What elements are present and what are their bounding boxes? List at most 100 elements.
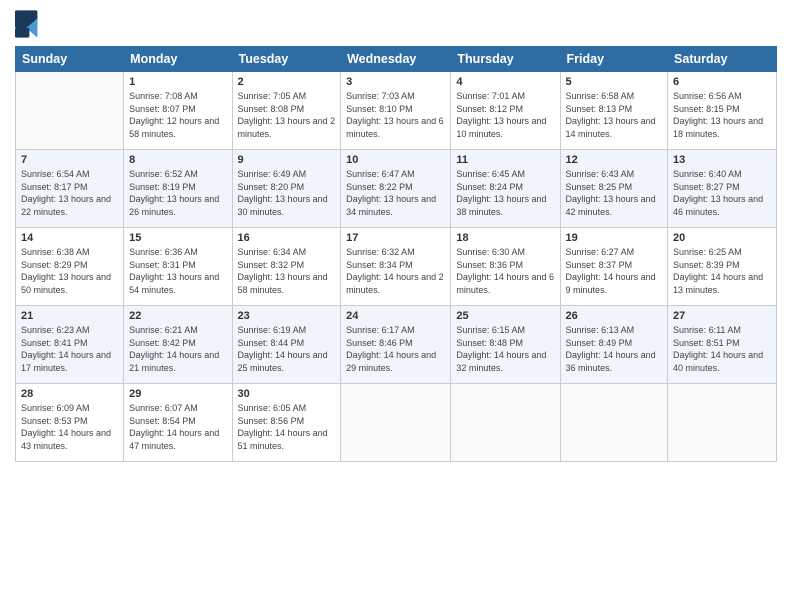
calendar-cell: 24 Sunrise: 6:17 AMSunset: 8:46 PMDayligh…	[341, 306, 451, 384]
cell-content: Sunrise: 6:09 AMSunset: 8:53 PMDaylight:…	[21, 402, 118, 452]
cell-content: Sunrise: 6:47 AMSunset: 8:22 PMDaylight:…	[346, 168, 445, 218]
day-number: 12	[566, 154, 663, 166]
cell-content: Sunrise: 6:36 AMSunset: 8:31 PMDaylight:…	[129, 246, 226, 296]
day-number: 22	[129, 310, 226, 322]
calendar-cell: 5 Sunrise: 6:58 AMSunset: 8:13 PMDaylight…	[560, 72, 668, 150]
calendar-cell: 9Sunrise: 6:49 AMSunset: 8:20 PMDaylight…	[232, 150, 341, 228]
calendar-cell: 16 Sunrise: 6:34 AMSunset: 8:32 PMDayligh…	[232, 228, 341, 306]
day-number: 7	[21, 154, 118, 166]
calendar-cell: 8Sunrise: 6:52 AMSunset: 8:19 PMDaylight…	[124, 150, 232, 228]
day-number: 2	[238, 76, 336, 88]
cell-content: Sunrise: 7:03 AMSunset: 8:10 PMDaylight:…	[346, 90, 445, 140]
cell-content: Sunrise: 6:49 AMSunset: 8:20 PMDaylight:…	[238, 168, 336, 218]
calendar-cell: 7 Sunrise: 6:54 AMSunset: 8:17 PMDaylight…	[16, 150, 124, 228]
calendar-cell	[341, 384, 451, 462]
day-number: 21	[21, 310, 118, 322]
logo-icon	[15, 10, 39, 38]
calendar-cell: 27 Sunrise: 6:11 AMSunset: 8:51 PMDayligh…	[668, 306, 777, 384]
day-number: 4	[456, 76, 554, 88]
cell-content: Sunrise: 6:15 AMSunset: 8:48 PMDaylight:…	[456, 324, 554, 374]
calendar-day-header: Friday	[560, 47, 668, 72]
calendar-cell: 13 Sunrise: 6:40 AMSunset: 8:27 PMDayligh…	[668, 150, 777, 228]
calendar-cell: 19 Sunrise: 6:27 AMSunset: 8:37 PMDayligh…	[560, 228, 668, 306]
calendar-cell: 22 Sunrise: 6:21 AMSunset: 8:42 PMDayligh…	[124, 306, 232, 384]
calendar-cell: 20 Sunrise: 6:25 AMSunset: 8:39 PMDayligh…	[668, 228, 777, 306]
calendar-day-header: Sunday	[16, 47, 124, 72]
calendar-cell: 15 Sunrise: 6:36 AMSunset: 8:31 PMDayligh…	[124, 228, 232, 306]
day-number: 13	[673, 154, 771, 166]
day-number: 20	[673, 232, 771, 244]
cell-content: Sunrise: 6:40 AMSunset: 8:27 PMDaylight:…	[673, 168, 771, 218]
cell-content: Sunrise: 7:08 AMSunset: 8:07 PMDaylight:…	[129, 90, 226, 140]
cell-content: Sunrise: 6:11 AMSunset: 8:51 PMDaylight:…	[673, 324, 771, 374]
calendar-week-row: 14 Sunrise: 6:38 AMSunset: 8:29 PMDayligh…	[16, 228, 777, 306]
day-number: 18	[456, 232, 554, 244]
calendar-cell: 23Sunrise: 6:19 AMSunset: 8:44 PMDayligh…	[232, 306, 341, 384]
day-number: 10	[346, 154, 445, 166]
day-number: 5	[566, 76, 663, 88]
calendar-cell	[668, 384, 777, 462]
cell-content: Sunrise: 6:38 AMSunset: 8:29 PMDaylight:…	[21, 246, 118, 296]
day-number: 25	[456, 310, 554, 322]
calendar-day-header: Thursday	[451, 47, 560, 72]
day-number: 1	[129, 76, 226, 88]
cell-content: Sunrise: 6:27 AMSunset: 8:37 PMDaylight:…	[566, 246, 663, 296]
calendar-week-row: 28 Sunrise: 6:09 AMSunset: 8:53 PMDayligh…	[16, 384, 777, 462]
calendar-day-header: Wednesday	[341, 47, 451, 72]
day-number: 29	[129, 388, 226, 400]
day-number: 28	[21, 388, 118, 400]
header	[15, 10, 777, 38]
calendar-cell: 1 Sunrise: 7:08 AMSunset: 8:07 PMDaylight…	[124, 72, 232, 150]
cell-content: Sunrise: 6:43 AMSunset: 8:25 PMDaylight:…	[566, 168, 663, 218]
cell-content: Sunrise: 6:23 AMSunset: 8:41 PMDaylight:…	[21, 324, 118, 374]
cell-content: Sunrise: 7:05 AMSunset: 8:08 PMDaylight:…	[238, 90, 336, 140]
calendar-table: SundayMondayTuesdayWednesdayThursdayFrid…	[15, 46, 777, 462]
day-number: 3	[346, 76, 445, 88]
cell-content: Sunrise: 6:58 AMSunset: 8:13 PMDaylight:…	[566, 90, 663, 140]
page: SundayMondayTuesdayWednesdayThursdayFrid…	[0, 0, 792, 612]
calendar-cell: 3 Sunrise: 7:03 AMSunset: 8:10 PMDaylight…	[341, 72, 451, 150]
calendar-cell: 17 Sunrise: 6:32 AMSunset: 8:34 PMDayligh…	[341, 228, 451, 306]
cell-content: Sunrise: 6:21 AMSunset: 8:42 PMDaylight:…	[129, 324, 226, 374]
cell-content: Sunrise: 6:54 AMSunset: 8:17 PMDaylight:…	[21, 168, 118, 218]
calendar-cell: 12 Sunrise: 6:43 AMSunset: 8:25 PMDayligh…	[560, 150, 668, 228]
calendar-cell	[560, 384, 668, 462]
day-number: 26	[566, 310, 663, 322]
cell-content: Sunrise: 6:05 AMSunset: 8:56 PMDaylight:…	[238, 402, 336, 452]
calendar-cell: 30Sunrise: 6:05 AMSunset: 8:56 PMDayligh…	[232, 384, 341, 462]
calendar-cell: 4Sunrise: 7:01 AMSunset: 8:12 PMDaylight…	[451, 72, 560, 150]
calendar-cell: 2 Sunrise: 7:05 AMSunset: 8:08 PMDaylight…	[232, 72, 341, 150]
cell-content: Sunrise: 6:30 AMSunset: 8:36 PMDaylight:…	[456, 246, 554, 296]
calendar-day-header: Tuesday	[232, 47, 341, 72]
calendar-cell: 29 Sunrise: 6:07 AMSunset: 8:54 PMDayligh…	[124, 384, 232, 462]
calendar-cell	[16, 72, 124, 150]
cell-content: Sunrise: 6:17 AMSunset: 8:46 PMDaylight:…	[346, 324, 445, 374]
calendar-week-row: 21 Sunrise: 6:23 AMSunset: 8:41 PMDayligh…	[16, 306, 777, 384]
cell-content: Sunrise: 6:56 AMSunset: 8:15 PMDaylight:…	[673, 90, 771, 140]
cell-content: Sunrise: 6:34 AMSunset: 8:32 PMDaylight:…	[238, 246, 336, 296]
cell-content: Sunrise: 6:13 AMSunset: 8:49 PMDaylight:…	[566, 324, 663, 374]
calendar-cell	[451, 384, 560, 462]
calendar-week-row: 7 Sunrise: 6:54 AMSunset: 8:17 PMDaylight…	[16, 150, 777, 228]
calendar-cell: 14 Sunrise: 6:38 AMSunset: 8:29 PMDayligh…	[16, 228, 124, 306]
calendar-cell: 18 Sunrise: 6:30 AMSunset: 8:36 PMDayligh…	[451, 228, 560, 306]
day-number: 15	[129, 232, 226, 244]
cell-content: Sunrise: 6:32 AMSunset: 8:34 PMDaylight:…	[346, 246, 445, 296]
day-number: 14	[21, 232, 118, 244]
cell-content: Sunrise: 6:07 AMSunset: 8:54 PMDaylight:…	[129, 402, 226, 452]
day-number: 24	[346, 310, 445, 322]
calendar-day-header: Monday	[124, 47, 232, 72]
calendar-cell: 10 Sunrise: 6:47 AMSunset: 8:22 PMDayligh…	[341, 150, 451, 228]
day-number: 6	[673, 76, 771, 88]
day-number: 17	[346, 232, 445, 244]
calendar-cell: 21 Sunrise: 6:23 AMSunset: 8:41 PMDayligh…	[16, 306, 124, 384]
day-number: 19	[566, 232, 663, 244]
day-number: 16	[238, 232, 336, 244]
calendar-cell: 25 Sunrise: 6:15 AMSunset: 8:48 PMDayligh…	[451, 306, 560, 384]
day-number: 27	[673, 310, 771, 322]
cell-content: Sunrise: 6:25 AMSunset: 8:39 PMDaylight:…	[673, 246, 771, 296]
calendar-header-row: SundayMondayTuesdayWednesdayThursdayFrid…	[16, 47, 777, 72]
calendar-week-row: 1 Sunrise: 7:08 AMSunset: 8:07 PMDaylight…	[16, 72, 777, 150]
calendar-cell: 26 Sunrise: 6:13 AMSunset: 8:49 PMDayligh…	[560, 306, 668, 384]
cell-content: Sunrise: 6:52 AMSunset: 8:19 PMDaylight:…	[129, 168, 226, 218]
